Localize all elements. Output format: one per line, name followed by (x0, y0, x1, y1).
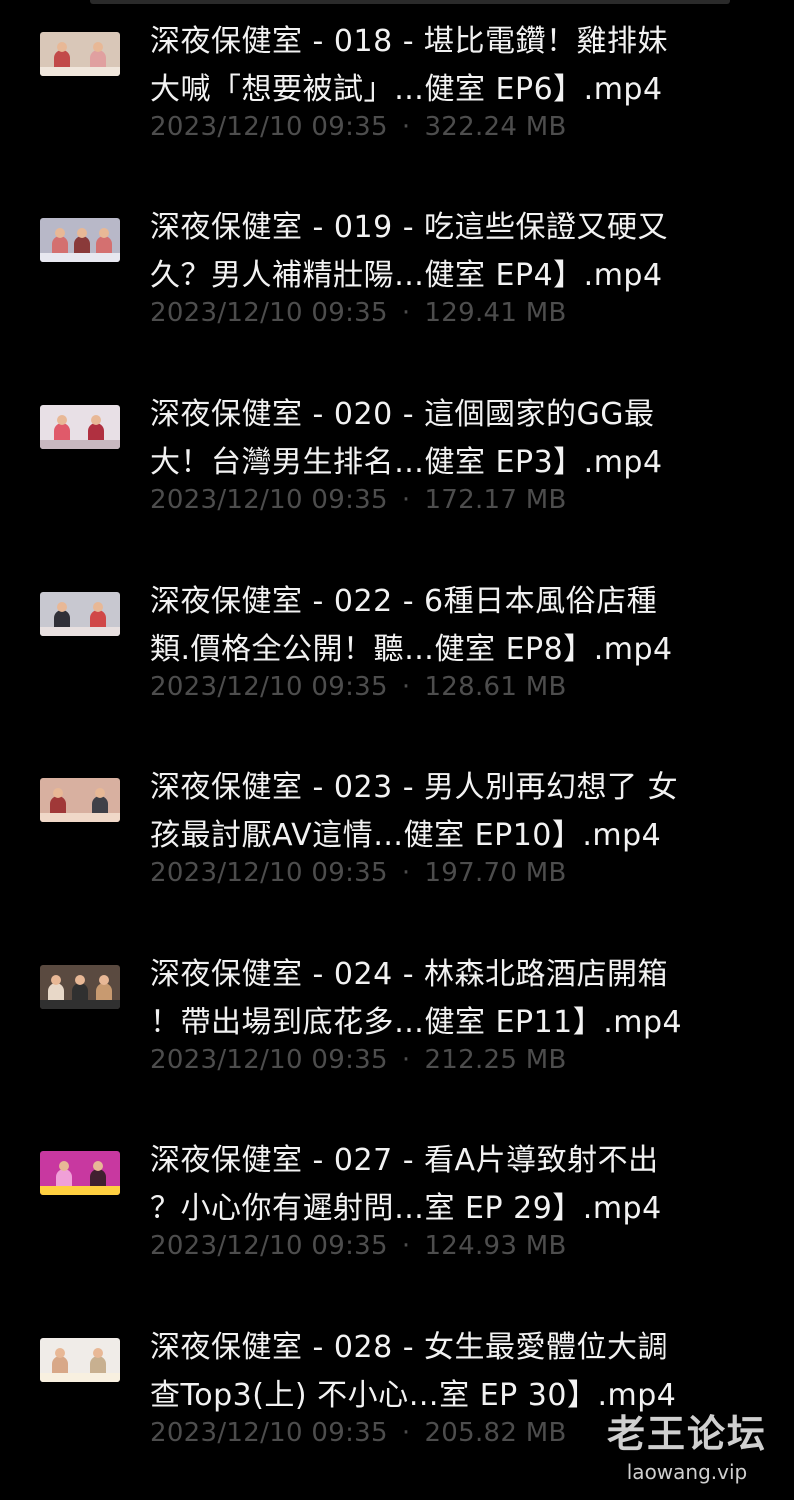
video-thumbnail[interactable] (40, 1151, 120, 1195)
file-name-line-1: 深夜保健室 - 024 - 林森北路酒店開箱 (150, 957, 669, 992)
file-meta: 2023/12/10 09:35 · 128.61 MB (150, 672, 567, 702)
watermark: 老王论坛 laowang.vip (602, 1410, 772, 1486)
file-meta: 2023/12/10 09:35 · 212.25 MB (150, 1045, 567, 1075)
file-name-line-2: 孩最討厭AV這情…健室 EP10】.mp4 (150, 818, 662, 853)
file-date: 2023/12/10 09:35 (150, 858, 388, 888)
video-thumbnail[interactable] (40, 218, 120, 262)
file-name-line-1: 深夜保健室 - 023 - 男人別再幻想了 女 (150, 770, 679, 805)
video-thumbnail[interactable] (40, 32, 120, 76)
file-item-022[interactable]: 深夜保健室 - 022 - 6種日本風俗店種 類.價格全公開！聽…健室 EP8】… (0, 560, 794, 740)
meta-separator: · (401, 1231, 411, 1261)
file-name: 深夜保健室 - 023 - 男人別再幻想了 女 孩最討厭AV這情…健室 EP10… (150, 764, 770, 860)
file-size: 322.24 MB (424, 112, 567, 142)
watermark-title: 老王论坛 (606, 1411, 767, 1456)
video-thumbnail[interactable] (40, 405, 120, 449)
meta-separator: · (401, 672, 411, 702)
video-thumbnail[interactable] (40, 778, 120, 822)
file-item-023[interactable]: 深夜保健室 - 023 - 男人別再幻想了 女 孩最討厭AV這情…健室 EP10… (0, 746, 794, 926)
file-item-027[interactable]: 深夜保健室 - 027 - 看A片導致射不出 ？小心你有遲射問…室 EP 29】… (0, 1119, 794, 1299)
file-size: 197.70 MB (424, 858, 567, 888)
file-date: 2023/12/10 09:35 (150, 485, 388, 515)
file-meta: 2023/12/10 09:35 · 124.93 MB (150, 1231, 567, 1261)
file-name-line-2: 大喊「想要被試」…健室 EP6】.mp4 (150, 72, 663, 107)
video-thumbnail[interactable] (40, 965, 120, 1009)
file-name: 深夜保健室 - 024 - 林森北路酒店開箱 ！帶出場到底花多…健室 EP11】… (150, 951, 770, 1047)
meta-separator: · (401, 1418, 411, 1448)
watermark-url: laowang.vip (626, 1460, 748, 1484)
file-size: 124.93 MB (424, 1231, 567, 1261)
file-meta: 2023/12/10 09:35 · 172.17 MB (150, 485, 567, 515)
meta-separator: · (401, 112, 411, 142)
file-name: 深夜保健室 - 020 - 這個國家的GG最 大！台灣男生排名…健室 EP3】.… (150, 391, 770, 487)
file-name-line-2: ！帶出場到底花多…健室 EP11】.mp4 (150, 1005, 683, 1040)
file-name-line-2: 久？男人補精壯陽…健室 EP4】.mp4 (150, 258, 663, 293)
file-name: 深夜保健室 - 028 - 女生最愛體位大調 查Top3(上) 不小心…室 EP… (150, 1324, 770, 1420)
file-name-line-1: 深夜保健室 - 022 - 6種日本風俗店種 (150, 584, 658, 619)
file-meta: 2023/12/10 09:35 · 129.41 MB (150, 298, 567, 328)
file-name-line-1: 深夜保健室 - 018 - 堪比電鑽！雞排妹 (150, 24, 669, 59)
file-size: 172.17 MB (424, 485, 567, 515)
file-name: 深夜保健室 - 027 - 看A片導致射不出 ？小心你有遲射問…室 EP 29】… (150, 1137, 770, 1233)
meta-separator: · (401, 858, 411, 888)
file-date: 2023/12/10 09:35 (150, 1231, 388, 1261)
file-meta: 2023/12/10 09:35 · 197.70 MB (150, 858, 567, 888)
file-name: 深夜保健室 - 022 - 6種日本風俗店種 類.價格全公開！聽…健室 EP8】… (150, 578, 770, 674)
file-date: 2023/12/10 09:35 (150, 672, 388, 702)
file-item-020[interactable]: 深夜保健室 - 020 - 這個國家的GG最 大！台灣男生排名…健室 EP3】.… (0, 373, 794, 553)
file-meta: 2023/12/10 09:35 · 205.82 MB (150, 1418, 567, 1448)
file-name-line-1: 深夜保健室 - 019 - 吃這些保證又硬又 (150, 210, 669, 245)
file-date: 2023/12/10 09:35 (150, 298, 388, 328)
file-date: 2023/12/10 09:35 (150, 1045, 388, 1075)
file-size: 212.25 MB (424, 1045, 567, 1075)
file-name-line-2: 類.價格全公開！聽…健室 EP8】.mp4 (150, 632, 673, 667)
file-name: 深夜保健室 - 018 - 堪比電鑽！雞排妹 大喊「想要被試」…健室 EP6】.… (150, 18, 770, 114)
file-item-019[interactable]: 深夜保健室 - 019 - 吃這些保證又硬又 久？男人補精壯陽…健室 EP4】.… (0, 186, 794, 366)
file-name-line-1: 深夜保健室 - 020 - 這個國家的GG最 (150, 397, 655, 432)
file-meta: 2023/12/10 09:35 · 322.24 MB (150, 112, 567, 142)
file-name: 深夜保健室 - 019 - 吃這些保證又硬又 久？男人補精壯陽…健室 EP4】.… (150, 204, 770, 300)
file-item-018[interactable]: 深夜保健室 - 018 - 堪比電鑽！雞排妹 大喊「想要被試」…健室 EP6】.… (0, 0, 794, 180)
file-name-line-1: 深夜保健室 - 028 - 女生最愛體位大調 (150, 1330, 669, 1365)
file-name-line-2: 大！台灣男生排名…健室 EP3】.mp4 (150, 445, 663, 480)
file-size: 128.61 MB (424, 672, 567, 702)
file-item-024[interactable]: 深夜保健室 - 024 - 林森北路酒店開箱 ！帶出場到底花多…健室 EP11】… (0, 933, 794, 1113)
video-thumbnail[interactable] (40, 1338, 120, 1382)
file-date: 2023/12/10 09:35 (150, 1418, 388, 1448)
file-name-line-1: 深夜保健室 - 027 - 看A片導致射不出 (150, 1143, 659, 1178)
file-size: 129.41 MB (424, 298, 567, 328)
meta-separator: · (401, 1045, 411, 1075)
file-date: 2023/12/10 09:35 (150, 112, 388, 142)
file-name-line-2: ？小心你有遲射問…室 EP 29】.mp4 (150, 1191, 662, 1226)
meta-separator: · (401, 485, 411, 515)
file-size: 205.82 MB (424, 1418, 567, 1448)
meta-separator: · (401, 298, 411, 328)
video-thumbnail[interactable] (40, 592, 120, 636)
